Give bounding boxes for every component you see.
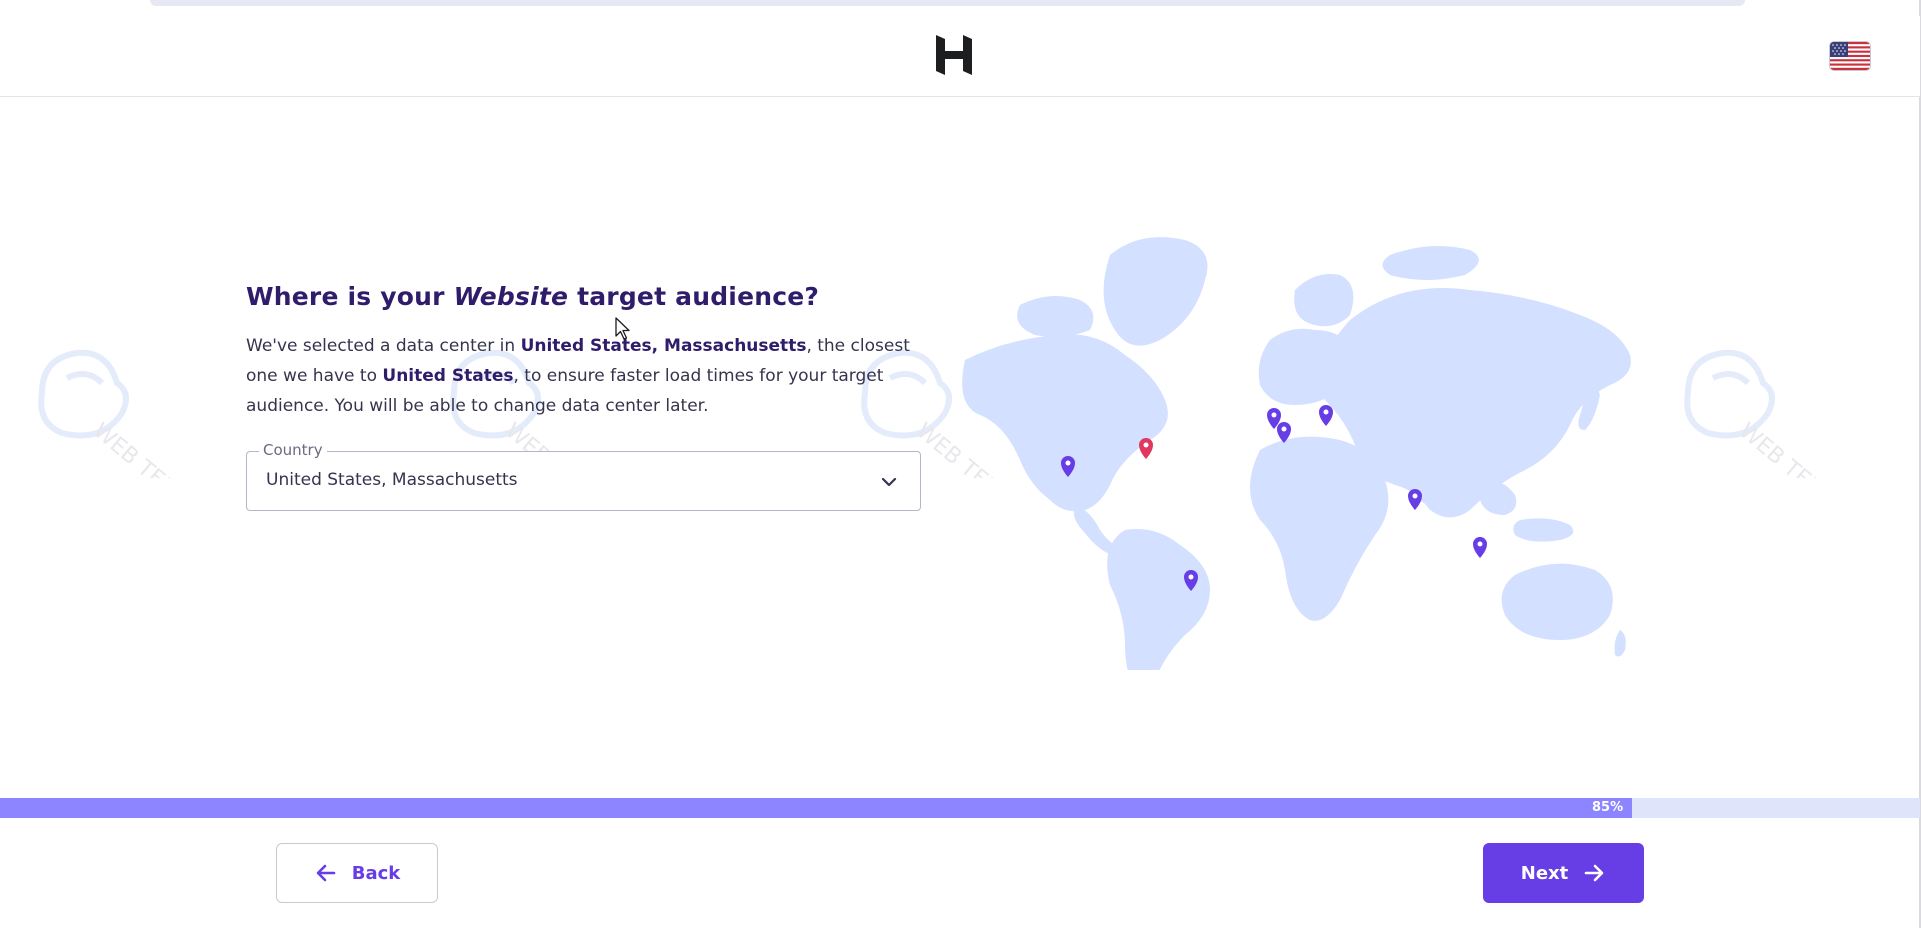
watermark-logo: WEB TEK [38,349,181,478]
data-center-description: We've selected a data center in United S… [246,331,926,421]
watermark-logo: WEB TEK [1684,349,1827,478]
arrow-right-icon [1584,864,1604,882]
header [0,16,1920,97]
country-label: Country [259,441,327,459]
page-title: Where is your Website target audience? [246,282,819,311]
arrow-left-icon [316,864,336,882]
us-flag-icon[interactable] [1830,42,1870,70]
progress-label: 85% [1592,800,1624,815]
map-pin-icon[interactable] [1408,489,1422,510]
next-button[interactable]: Next [1483,843,1644,903]
page-title-emphasis: Website [453,282,569,311]
description-location: United States, Massachusetts [520,336,807,356]
world-map [962,237,1631,670]
back-button[interactable]: Back [276,843,438,903]
onboarding-page: WEB TEK WEB TEK WEB TEK WEB TEK Where is… [0,0,1921,928]
hostinger-logo-icon[interactable] [936,35,972,75]
watermark-text: WEB TEK [88,418,181,478]
progress-bar: 85% [0,798,1920,818]
description-country: United States [382,366,514,386]
progress-fill [0,798,1632,818]
mouse-cursor-icon [615,317,630,340]
country-value: United States, Massachusetts [266,470,518,490]
description-text: We've selected a data center in [246,336,521,356]
page-title-suffix: target audience? [577,282,820,311]
top-strip [0,0,1921,16]
top-strip-bar [150,0,1745,6]
next-button-label: Next [1520,862,1569,884]
chevron-down-icon[interactable] [880,473,898,491]
map-landmass [962,237,1631,670]
page-title-prefix: Where is your [246,282,445,311]
back-button-label: Back [351,862,401,884]
watermark-text: WEB TEK [1734,418,1827,478]
map-pin-icon[interactable] [1473,537,1487,558]
map-pin-icon[interactable] [1319,405,1333,426]
country-select[interactable]: Country United States, Massachusetts [246,441,921,511]
selected-map-pin-icon[interactable] [1139,438,1153,459]
